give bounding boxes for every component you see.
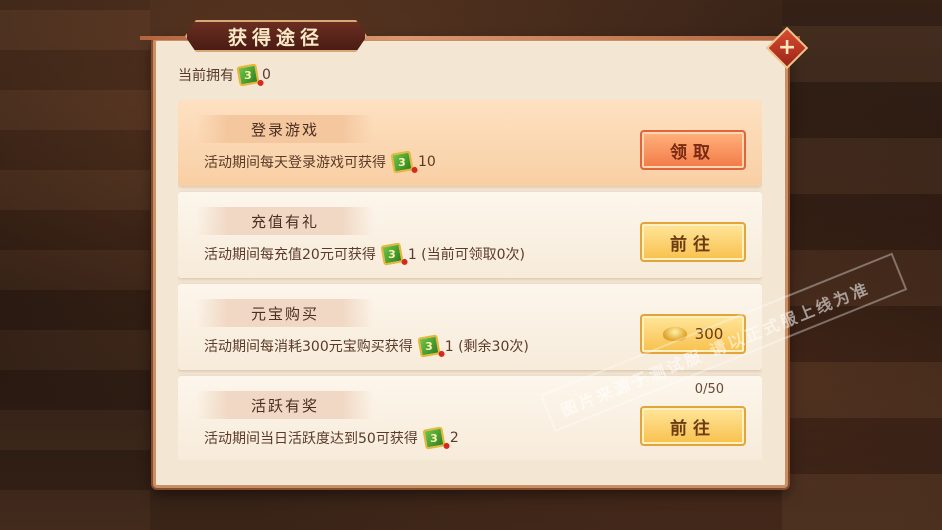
green-ticket-icon xyxy=(236,63,260,87)
row-desc: 活动期间每天登录游戏可获得 10 xyxy=(204,150,436,174)
close-icon: + xyxy=(777,35,797,60)
activity-progress: 0/50 xyxy=(694,382,724,397)
green-ticket-icon xyxy=(390,150,414,174)
row-reward: 10 xyxy=(418,154,436,170)
row-desc-text: 活动期间每消耗300元宝购买获得 xyxy=(204,339,413,355)
go-button[interactable]: 前往 xyxy=(640,222,746,262)
row-name: 活跃有奖 xyxy=(196,391,374,419)
list-item-activity: 0/50 活跃有奖 活动期间当日活跃度达到50可获得 2 前往 xyxy=(178,376,762,460)
row-desc-text: 活动期间每充值20元可获得 xyxy=(204,247,376,263)
acquire-methods-list[interactable]: 登录游戏 活动期间每天登录游戏可获得 10 领取 充值有礼 活动期间每充值20元… xyxy=(178,100,762,460)
row-desc: 活动期间每充值20元可获得 1 (当前可领取0次) xyxy=(204,242,526,266)
owned-label: 当前拥有 xyxy=(178,68,234,84)
go-button[interactable]: 前往 xyxy=(640,406,746,446)
owned-count: 0 xyxy=(262,67,271,83)
claim-button[interactable]: 领取 xyxy=(640,130,746,170)
list-item-login: 登录游戏 活动期间每天登录游戏可获得 10 领取 xyxy=(178,100,762,186)
dialog-title-plate: 获得途径 xyxy=(185,20,367,52)
owned-count-bar: 当前拥有 0 xyxy=(178,63,271,87)
row-desc-text: 活动期间当日活跃度达到50可获得 xyxy=(204,431,418,447)
row-desc: 活动期间当日活跃度达到50可获得 2 xyxy=(204,426,459,450)
row-reward: 1 (当前可领取0次) xyxy=(407,247,526,263)
dialog-title: 获得途径 xyxy=(227,26,324,49)
row-name: 元宝购买 xyxy=(196,299,374,327)
row-desc: 活动期间每消耗300元宝购买获得 1 (剩余30次) xyxy=(204,334,529,358)
row-reward: 2 xyxy=(449,430,459,446)
green-ticket-icon xyxy=(417,334,441,358)
row-name: 充值有礼 xyxy=(196,207,374,235)
list-item-recharge: 充值有礼 活动期间每充值20元可获得 1 (当前可领取0次) 前往 xyxy=(178,192,762,278)
row-desc-text: 活动期间每天登录游戏可获得 xyxy=(204,155,386,171)
green-ticket-icon xyxy=(380,242,404,266)
green-ticket-icon xyxy=(422,426,446,450)
row-reward: 1 (剩余30次) xyxy=(444,339,529,355)
row-name: 登录游戏 xyxy=(196,115,374,143)
